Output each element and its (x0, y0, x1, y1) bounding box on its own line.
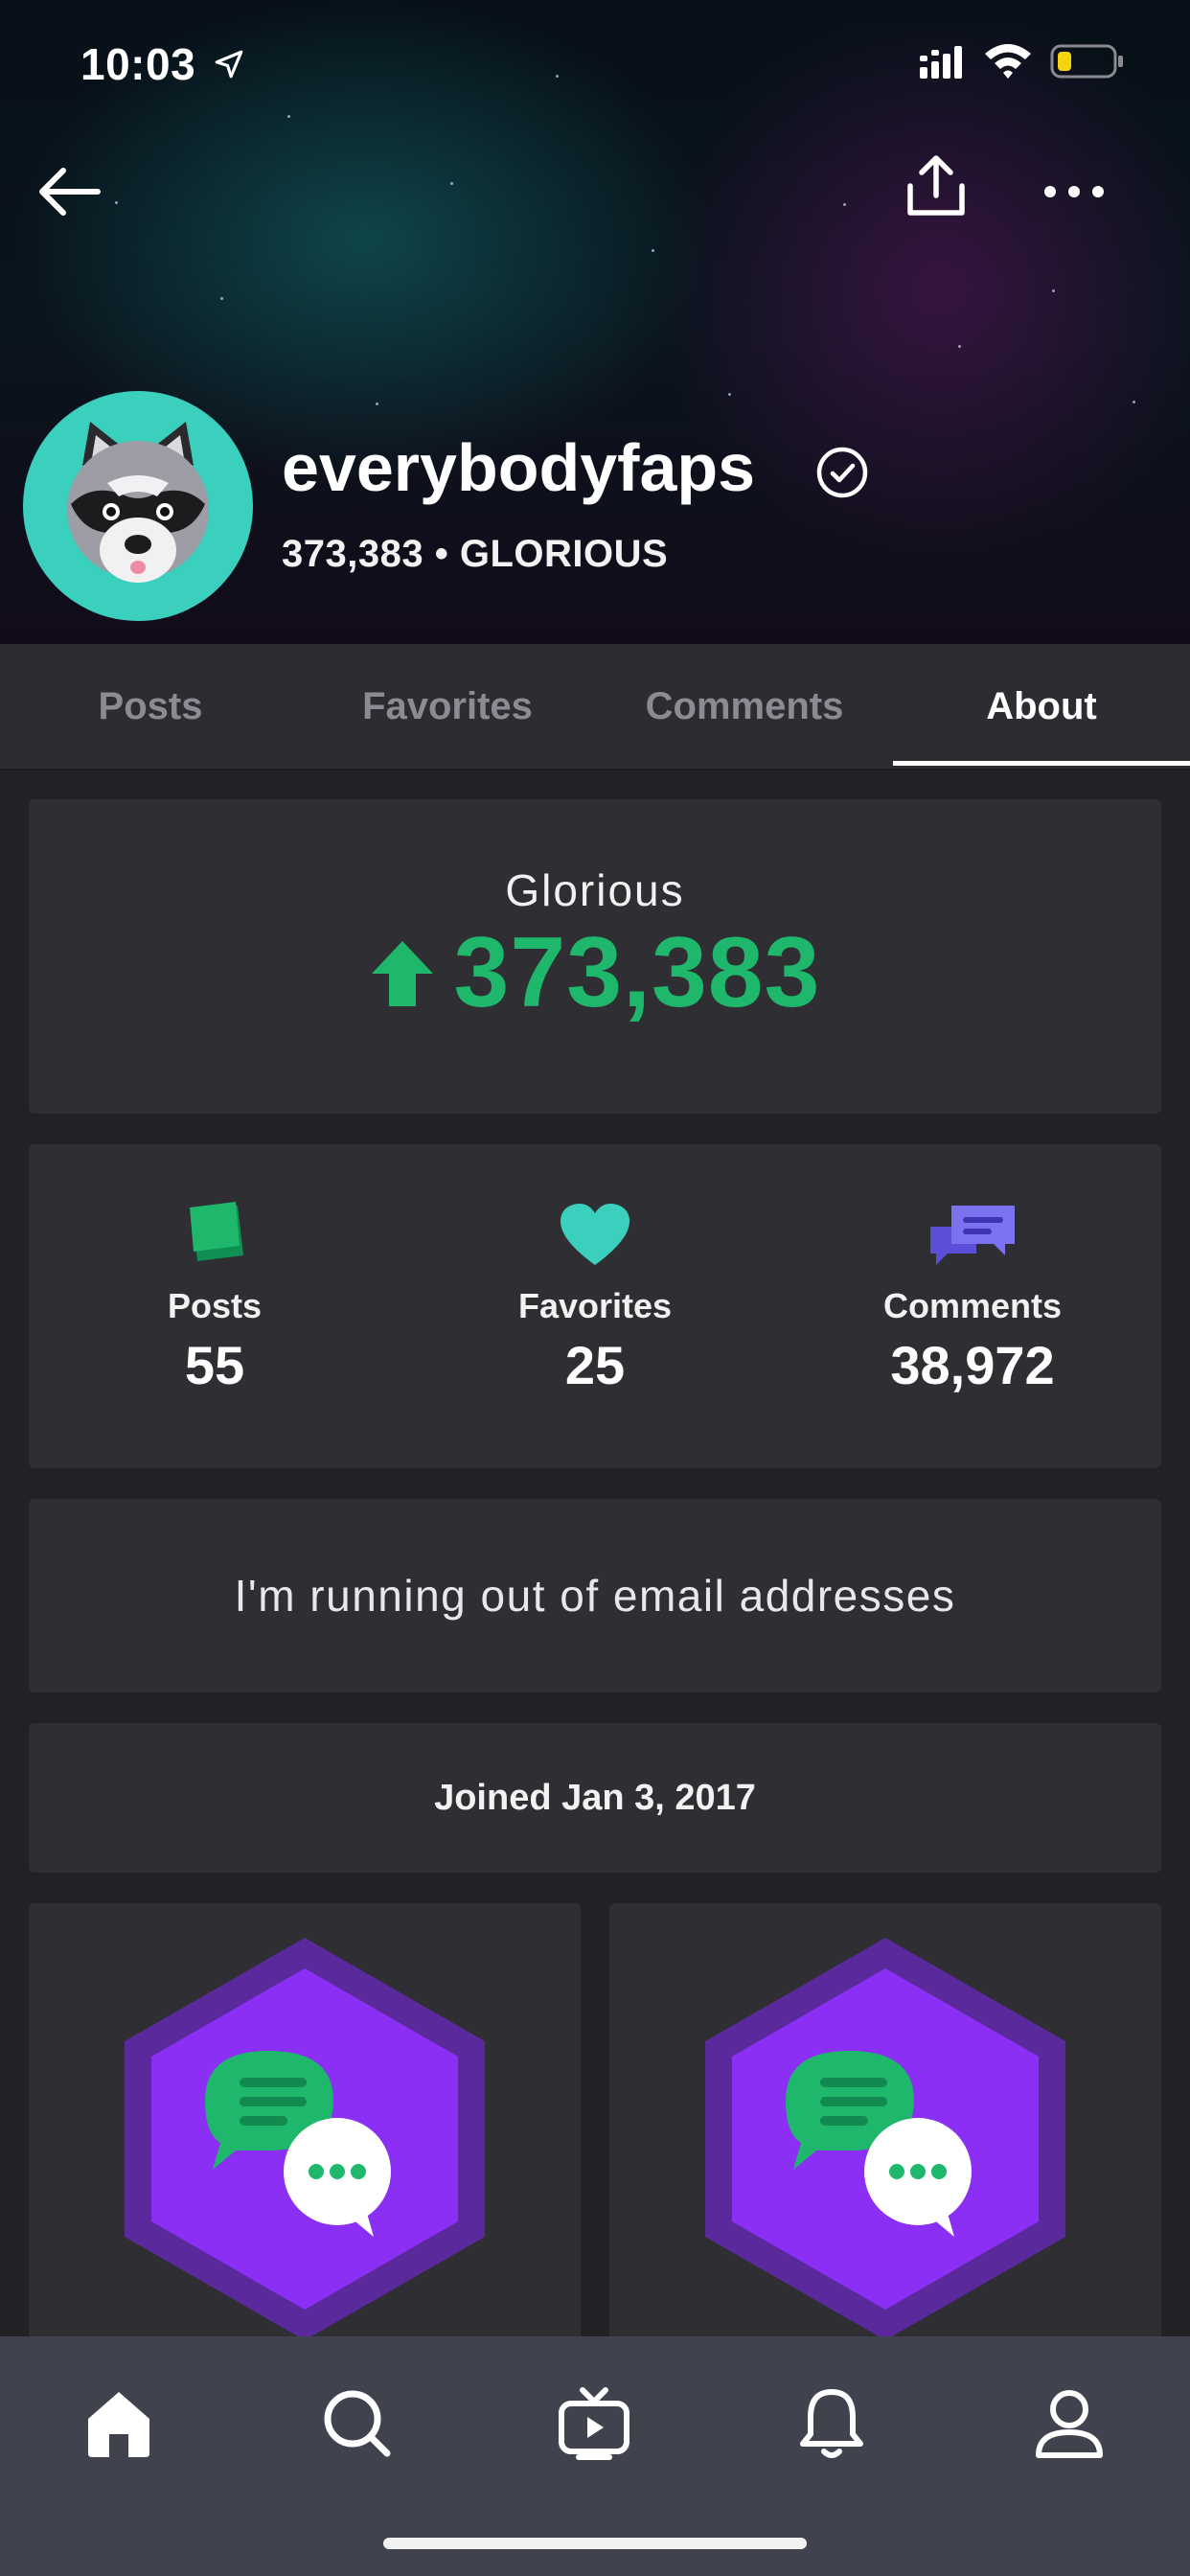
nav-profile[interactable] (1021, 2375, 1117, 2471)
stat-favorites[interactable]: Favorites 25 (403, 1202, 787, 1396)
status-time: 10:03 (80, 39, 196, 89)
stat-value: 38,972 (890, 1335, 1055, 1395)
nav-tv[interactable] (546, 2375, 642, 2471)
heart-icon (561, 1204, 629, 1265)
stat-label: Comments (882, 1286, 1063, 1325)
verified-check-icon (816, 447, 868, 498)
profile-score-rank: 373,383 • GLORIOUS (282, 533, 668, 576)
tab-comments[interactable]: Comments (596, 644, 893, 769)
stats-card: Posts 55 Favorites 25 Comments 38,972 (29, 1144, 1161, 1468)
nav-notifications[interactable] (784, 2375, 880, 2471)
tab-favorites[interactable]: Favorites (299, 644, 596, 769)
profile-tabs: Posts Favorites Comments About (0, 644, 1190, 770)
comment-trophy-icon (705, 1938, 1065, 2340)
star (1052, 289, 1055, 292)
active-tab-indicator (893, 761, 1190, 766)
comment-trophy-icon (125, 1938, 485, 2340)
location-arrow-icon (215, 50, 243, 79)
stat-value: 55 (184, 1335, 245, 1395)
star (728, 393, 731, 396)
home-icon (88, 2392, 149, 2457)
profile-score: 373,383 (282, 533, 424, 575)
score-value: 373,383 (453, 917, 821, 1028)
rank-title: Glorious (505, 865, 685, 915)
profile-rank: GLORIOUS (459, 533, 669, 575)
tv-icon (559, 2387, 629, 2460)
nav-home[interactable] (71, 2375, 167, 2471)
star (843, 203, 846, 206)
star (220, 297, 223, 300)
profile-icon (1036, 2390, 1103, 2458)
trophy-card[interactable] (29, 1903, 581, 2344)
profile-header: 10:03 everybodyfaps 373,383 • GLORIOUS (0, 0, 1190, 644)
bio-text: I'm running out of email addresses (234, 1571, 956, 1621)
search-icon (324, 2390, 391, 2457)
tab-about[interactable]: About (893, 644, 1190, 769)
bio-card: I'm running out of email addresses (29, 1499, 1161, 1692)
star (115, 201, 118, 204)
back-arrow-icon[interactable] (34, 163, 103, 220)
home-indicator (383, 2538, 807, 2549)
wifi-icon (985, 44, 1031, 79)
star (652, 249, 654, 252)
star (287, 115, 290, 118)
star (958, 345, 961, 348)
trophy-card[interactable] (609, 1903, 1161, 2344)
star (450, 182, 453, 185)
comments-icon (930, 1206, 1015, 1265)
share-icon[interactable] (904, 153, 968, 220)
separator: • (434, 533, 449, 575)
stat-posts[interactable]: Posts 55 (23, 1202, 406, 1396)
joined-card: Joined Jan 3, 2017 (29, 1723, 1161, 1873)
joined-date: Joined Jan 3, 2017 (434, 1777, 756, 1818)
tab-posts[interactable]: Posts (2, 644, 299, 769)
stat-value: 25 (564, 1335, 626, 1395)
avatar[interactable] (23, 391, 253, 621)
more-options-icon[interactable] (1041, 172, 1108, 211)
nav-search[interactable] (309, 2375, 404, 2471)
stat-label: Posts (167, 1286, 263, 1325)
cellular-signal-icon (920, 46, 962, 79)
posts-icon (190, 1202, 243, 1261)
star (1133, 401, 1135, 403)
score-card: Glorious 373,383 (29, 799, 1161, 1114)
raccoon-avatar-icon (67, 422, 209, 583)
score-row: 373,383 (29, 916, 1161, 1030)
stat-comments[interactable]: Comments 38,972 (781, 1202, 1164, 1396)
upvote-arrow-icon (371, 940, 433, 1006)
stat-label: Favorites (517, 1286, 673, 1325)
battery-icon (1050, 44, 1123, 79)
username: everybodyfaps (282, 430, 756, 505)
star (556, 75, 559, 78)
star (376, 402, 378, 405)
bell-icon (800, 2389, 863, 2458)
